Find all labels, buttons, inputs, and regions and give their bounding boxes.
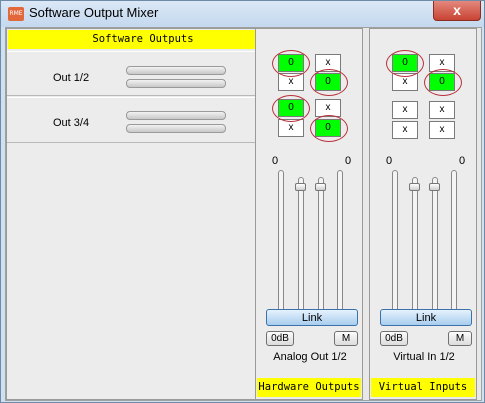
fader-handle-right[interactable] [429,183,440,191]
level-meter-right [126,124,226,133]
hardware-outputs-footer: Hardware Outputs [257,378,361,397]
output-row-1[interactable]: Out 1/2 [7,51,279,96]
level-meter-right [337,170,343,325]
level-readout-left: 0 [272,155,279,167]
software-outputs-header: Software Outputs [8,30,278,49]
routing-cell[interactable]: x [392,101,418,119]
level-meter-right [451,170,457,325]
routing-cell[interactable]: x [429,121,455,139]
routing-cell[interactable]: x [392,121,418,139]
software-outputs-panel: Software Outputs Out 1/2 Out 3/4 [6,28,280,400]
strip-name-label: Analog Out 1/2 [273,351,347,363]
level-meter-left [126,111,226,120]
mute-button[interactable]: M [448,331,472,346]
link-button[interactable]: Link [380,309,472,326]
window-title: Software Output Mixer [29,5,159,20]
level-meter-left [278,170,284,325]
mute-button[interactable]: M [334,331,358,346]
fader-handle-right[interactable] [315,183,326,191]
output-row-2[interactable]: Out 3/4 [7,97,279,143]
fader-handle-left[interactable] [409,183,420,191]
mixer-app-icon: RME [8,7,24,21]
fader-track-right[interactable] [318,177,324,325]
virtual-inputs-footer: Virtual Inputs [371,378,475,397]
level-meter-left [392,170,398,325]
highlight-ring [386,50,424,77]
mixer-window: RME Software Output Mixer x Software Out… [0,0,485,403]
fader-handle-left[interactable] [295,183,306,191]
highlight-ring [424,69,462,96]
level-readout-left: 0 [386,155,393,167]
zero-db-button[interactable]: 0dB [380,331,408,346]
fader-track-left[interactable] [298,177,304,325]
level-meter-left [126,66,226,75]
close-button[interactable]: x [433,1,481,21]
zero-db-button[interactable]: 0dB [266,331,294,346]
highlight-ring [272,95,310,122]
output-row-label: Out 1/2 [53,72,90,84]
hardware-output-strip: 0 x x 0 0 x x 0 0 0 Link 0dB M Analog Ou… [255,28,363,400]
output-row-label: Out 3/4 [53,117,90,129]
level-readout-right: 0 [345,155,352,167]
client-area: Software Outputs Out 1/2 Out 3/4 0 x x 0… [5,27,482,401]
fader-track-right[interactable] [432,177,438,325]
strip-name-label: Virtual In 1/2 [393,351,455,363]
fader-track-left[interactable] [412,177,418,325]
highlight-ring [310,115,348,142]
level-readout-right: 0 [459,155,466,167]
routing-cell[interactable]: x [429,101,455,119]
link-button[interactable]: Link [266,309,358,326]
highlight-ring [272,50,310,77]
title-bar[interactable]: RME Software Output Mixer x [1,1,484,27]
virtual-input-strip: 0 x x 0 x x x x 0 0 Link 0dB M Virtual I… [369,28,477,400]
highlight-ring [310,69,348,96]
level-meter-right [126,79,226,88]
